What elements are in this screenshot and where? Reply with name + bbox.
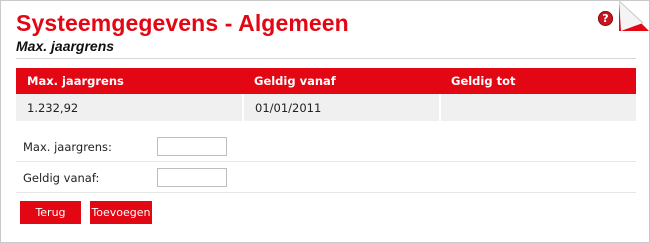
- column-header-geldig-vanaf[interactable]: Geldig vanaf: [243, 68, 440, 94]
- max-jaargrens-input[interactable]: [157, 137, 227, 156]
- title-divider: [16, 58, 636, 59]
- cell-geldig-vanaf: 01/01/2011: [243, 94, 441, 121]
- column-header-geldig-tot[interactable]: Geldig tot: [440, 68, 636, 94]
- question-mark-icon[interactable]: ?: [598, 11, 613, 26]
- table-header-row: Max. jaargrens Geldig vanaf Geldig tot: [16, 68, 636, 94]
- form-row-geldig-vanaf: Geldig vanaf:: [16, 162, 636, 193]
- page-curl-icon: [619, 1, 649, 31]
- add-button[interactable]: Toevoegen: [90, 201, 152, 224]
- max-jaargrens-label: Max. jaargrens:: [23, 140, 112, 154]
- cell-max-jaargrens: 1.232,92: [16, 94, 244, 121]
- table-row[interactable]: 1.232,92 01/01/2011: [16, 94, 636, 121]
- geldig-vanaf-label: Geldig vanaf:: [23, 171, 100, 185]
- data-table: Max. jaargrens Geldig vanaf Geldig tot 1…: [16, 68, 636, 121]
- content-panel: Systeemgegevens - Algemeen Max. jaargren…: [0, 0, 650, 243]
- page-title: Systeemgegevens - Algemeen: [16, 10, 349, 36]
- page-subtitle: Max. jaargrens: [16, 38, 115, 54]
- column-header-max-jaargrens[interactable]: Max. jaargrens: [16, 68, 243, 94]
- cell-geldig-tot: [440, 94, 636, 121]
- form-row-max-jaargrens: Max. jaargrens:: [16, 131, 636, 162]
- back-button[interactable]: Terug: [20, 201, 81, 224]
- geldig-vanaf-input[interactable]: [157, 168, 227, 187]
